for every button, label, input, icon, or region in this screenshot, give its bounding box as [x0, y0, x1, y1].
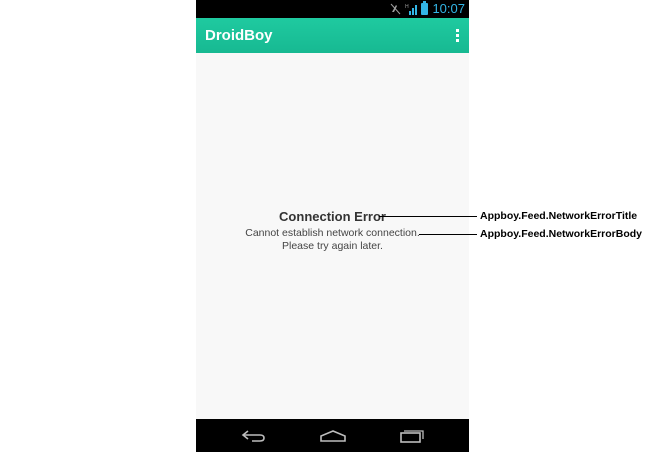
signal-icon: H	[405, 4, 418, 15]
recent-apps-icon	[400, 430, 424, 443]
home-button[interactable]	[319, 427, 347, 444]
back-button[interactable]	[240, 427, 266, 444]
phone-screen: H 10:07 DroidBoy Connection Error Cannot…	[196, 0, 469, 452]
title-leader-line	[379, 216, 477, 217]
network-error-body-line: Please try again later.	[282, 240, 383, 252]
screenshot-stage: H 10:07 DroidBoy Connection Error Cannot…	[0, 0, 650, 452]
back-icon	[241, 429, 265, 442]
navigation-bar	[196, 419, 469, 452]
body-annotation: Appboy.Feed.NetworkErrorBody	[480, 228, 642, 240]
status-icons: H 10:07	[390, 1, 465, 16]
svg-text:H: H	[405, 4, 409, 10]
status-time: 10:07	[432, 1, 465, 16]
news-feed-content: Connection Error Cannot establish networ…	[196, 53, 469, 419]
recent-apps-button[interactable]	[399, 427, 425, 444]
network-error-title: Connection Error	[279, 209, 386, 224]
app-title: DroidBoy	[205, 27, 273, 44]
muted-icon	[391, 3, 401, 15]
overflow-menu-icon[interactable]	[449, 24, 465, 46]
body-leader-line	[419, 234, 477, 235]
home-icon	[320, 429, 346, 442]
battery-icon	[421, 1, 429, 15]
network-error-body: Cannot establish network connection. Ple…	[196, 227, 469, 253]
action-bar: DroidBoy	[196, 18, 469, 53]
title-annotation: Appboy.Feed.NetworkErrorTitle	[480, 210, 638, 222]
status-bar: H 10:07	[196, 0, 469, 18]
